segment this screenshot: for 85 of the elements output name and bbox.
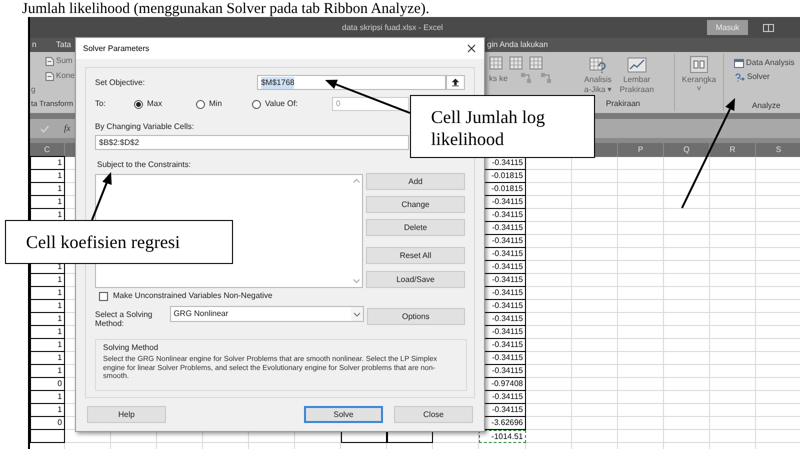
question-arrow-icon bbox=[735, 72, 745, 82]
ribbon-item[interactable]: ks ke bbox=[489, 72, 513, 86]
checkbox-label: Make Unconstrained Variables Non-Negative bbox=[113, 290, 272, 302]
table-cell: -1014.51 bbox=[479, 430, 526, 443]
ribbon-item[interactable]: Kone bbox=[56, 70, 75, 82]
callout-box: Cell Jumlah log likelihood bbox=[410, 95, 595, 158]
column-header[interactable]: Q bbox=[664, 143, 710, 157]
ribbon-button[interactable]: Analisis a-Jika ▾ bbox=[584, 57, 612, 95]
table-cell: 1 bbox=[30, 312, 65, 326]
column-header[interactable]: R bbox=[710, 143, 756, 157]
table-cell: 0 bbox=[30, 377, 65, 391]
check-icon[interactable] bbox=[40, 124, 49, 132]
column-header[interactable]: C bbox=[30, 143, 65, 157]
table-cell: 1 bbox=[30, 338, 65, 352]
table-cell: 1 bbox=[30, 195, 65, 209]
column-header[interactable]: S bbox=[756, 143, 800, 157]
table-icon bbox=[734, 58, 744, 68]
table-cell: 1 bbox=[30, 273, 65, 287]
outline-icon bbox=[690, 56, 708, 73]
table-cell: 0 bbox=[30, 416, 65, 430]
dialog-button[interactable]: Reset All bbox=[366, 247, 465, 264]
line-chart-icon bbox=[626, 57, 647, 73]
radio-button[interactable]: Min bbox=[196, 98, 252, 110]
ribbon-button[interactable]: Lembar Prakiraan bbox=[620, 57, 654, 95]
grid-tool-icon[interactable] bbox=[539, 72, 553, 84]
group-label: Analyze bbox=[752, 100, 782, 112]
table-tool-icon[interactable] bbox=[509, 56, 523, 70]
ribbon-button[interactable]: Data Analysis bbox=[734, 56, 800, 70]
table-cell: 1 bbox=[30, 403, 65, 417]
field-label: Set Objective: bbox=[95, 76, 146, 88]
window-mode-icon[interactable] bbox=[763, 24, 774, 32]
field-label: Select a Solving Method: bbox=[95, 309, 154, 328]
ribbon-tab[interactable]: n bbox=[32, 39, 56, 51]
table-cell: 1 bbox=[30, 390, 65, 404]
dialog-button[interactable]: Close bbox=[394, 406, 473, 423]
table-question-icon bbox=[588, 57, 607, 73]
field-label: By Changing Variable Cells: bbox=[95, 122, 196, 132]
collapse-button-icon[interactable] bbox=[446, 75, 465, 90]
method-dropdown[interactable]: GRG Nonlinear bbox=[170, 306, 364, 322]
table-cell: 1 bbox=[30, 156, 65, 170]
dialog-button[interactable]: Solve bbox=[304, 406, 383, 423]
arrow bbox=[91, 172, 112, 220]
dialog-button[interactable]: Help bbox=[87, 406, 166, 423]
chevron-down-icon bbox=[350, 307, 363, 321]
options-button[interactable]: Options bbox=[366, 308, 465, 325]
document-icon[interactable] bbox=[45, 56, 54, 66]
tell-me-search[interactable]: gin Anda lakukan bbox=[487, 39, 548, 51]
ribbon-button[interactable]: Solver bbox=[734, 70, 800, 84]
dialog-button[interactable]: Delete bbox=[366, 219, 465, 236]
table-cell: 1 bbox=[30, 286, 65, 300]
table-cell: 1 bbox=[30, 325, 65, 339]
window-title: data skripsi fuad.xlsx - Excel bbox=[342, 22, 443, 34]
dialog-button[interactable]: Load/Save bbox=[366, 271, 465, 288]
table-cell: 1 bbox=[30, 182, 65, 196]
table-cell: 1 bbox=[30, 351, 65, 365]
document-text: Jumlah likelihood (menggunakan Solver pada tab Ribbon Analyze). bbox=[22, 1, 430, 17]
ribbon-button[interactable]: Kerangka ˅ bbox=[682, 56, 716, 93]
group-label: Prakiraan bbox=[606, 98, 640, 110]
radio-button[interactable]: Max bbox=[134, 98, 196, 110]
field-label: Subject to the Constraints: bbox=[97, 160, 192, 170]
scroll-up-icon[interactable] bbox=[352, 178, 360, 183]
objective-field[interactable]: $M$1768 bbox=[257, 75, 446, 90]
table-cell: 1 bbox=[30, 299, 65, 313]
callout-box: Cell koefisien regresi bbox=[5, 220, 233, 264]
dialog-button[interactable]: Change bbox=[366, 196, 465, 213]
ribbon-item[interactable]: Sum bbox=[56, 55, 72, 67]
radio-button[interactable]: Value Of: bbox=[252, 98, 332, 110]
checkbox[interactable] bbox=[99, 292, 108, 300]
table-cell: 1 bbox=[30, 169, 65, 183]
dialog-button[interactable]: Add bbox=[366, 173, 465, 190]
table-tool-icon[interactable] bbox=[529, 56, 543, 70]
table-cell: 1 bbox=[30, 364, 65, 378]
field-label: To: bbox=[95, 98, 107, 110]
document-icon[interactable] bbox=[45, 72, 54, 80]
function-button[interactable]: fx bbox=[64, 122, 70, 136]
panel-title: Solving Method bbox=[103, 342, 160, 353]
close-icon[interactable] bbox=[467, 44, 476, 53]
table-tool-icon[interactable] bbox=[489, 56, 503, 70]
variable-cells-field[interactable]: $B$2:$D$2 bbox=[95, 135, 409, 150]
grid-tool-icon[interactable] bbox=[519, 72, 533, 84]
ribbon-tab[interactable]: Tata bbox=[56, 39, 77, 51]
scroll-down-icon[interactable] bbox=[352, 279, 360, 284]
dialog-title: Solver Parameters bbox=[83, 42, 150, 54]
ribbon-item[interactable]: g bbox=[31, 85, 77, 95]
column-header[interactable]: P bbox=[618, 143, 664, 157]
